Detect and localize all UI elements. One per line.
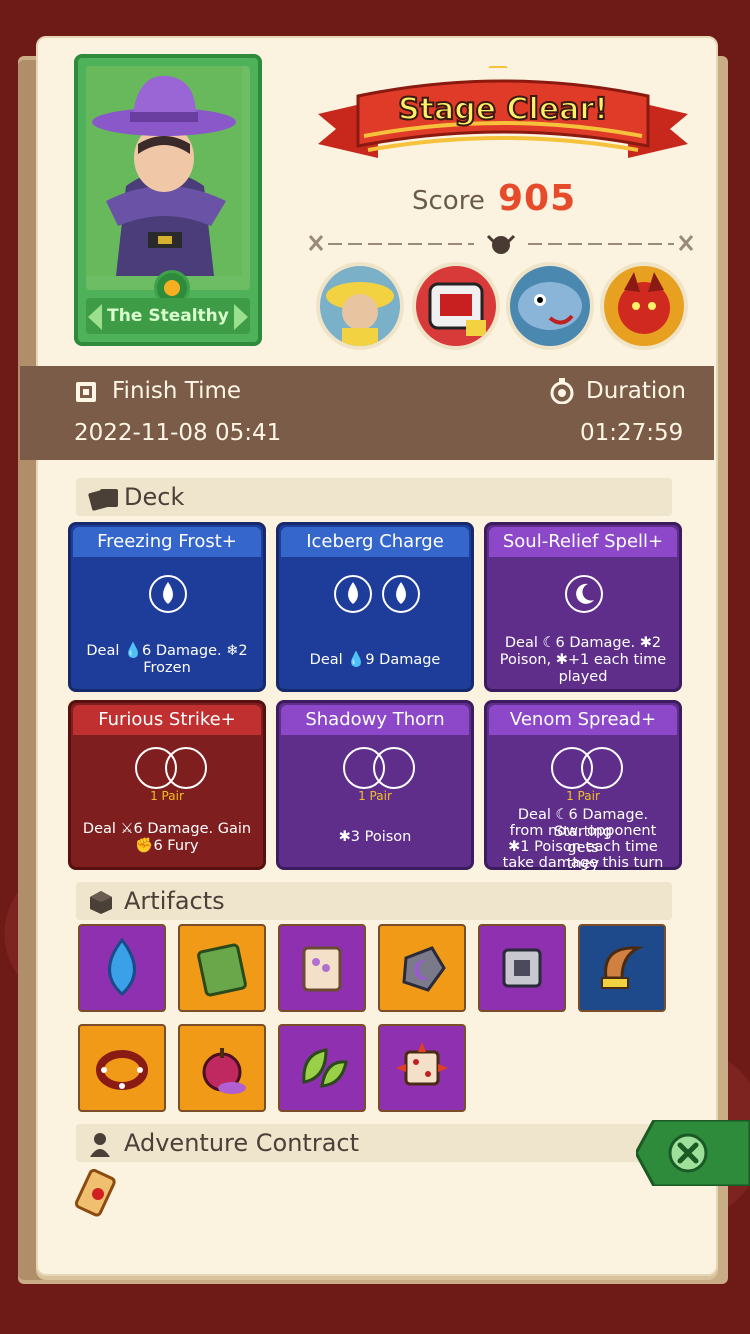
person-icon <box>90 1133 110 1157</box>
green-mossy-tablet-icon[interactable] <box>178 924 266 1012</box>
artifacts-section-header: Artifacts <box>76 882 672 920</box>
card-iceberg-charge[interactable]: Iceberg Charge Deal 💧9 Damage <box>276 522 474 692</box>
water-cost-icon <box>382 575 420 613</box>
card-title: Shadowy Thorn <box>281 705 469 735</box>
moon-cost-icon <box>565 575 603 613</box>
pair-slot-icon <box>165 747 207 789</box>
hero-name: The Stealthy <box>107 306 229 326</box>
pair-slot-icon <box>373 747 415 789</box>
duration-label: Duration <box>586 378 686 404</box>
deck-section-header: Deck <box>76 478 672 516</box>
card-desc-line: ✊6 Fury <box>135 838 199 854</box>
defeated-enemy-2 <box>412 262 500 350</box>
card-desc-line: Deal ☾6 Damage. ✱2 <box>504 635 662 651</box>
card-desc-line: played <box>558 669 608 685</box>
finish-time-value: 2022-11-08 05:41 <box>74 420 282 446</box>
hero-nameplate: The Stealthy <box>86 298 250 334</box>
water-drop-icon[interactable] <box>78 924 166 1012</box>
card-furious-strike[interactable]: Furious Strike+ 1 Pair Deal ⚔6 Damage. G… <box>68 700 266 870</box>
card-pair-label: 1 Pair <box>566 789 600 803</box>
card-desc-line: take damage this turn <box>502 855 664 871</box>
metal-cube-icon[interactable] <box>478 924 566 1012</box>
cube-icon <box>90 891 112 914</box>
card-title: Furious Strike+ <box>73 705 261 735</box>
calendar-icon <box>76 382 96 402</box>
card-pair-label: 1 Pair <box>150 789 184 803</box>
adventure-contract-title: Adventure Contract <box>124 1129 360 1157</box>
ornament-divider <box>304 232 698 256</box>
stopwatch-icon <box>550 378 574 404</box>
defeated-enemy-4 <box>600 262 688 350</box>
card-freezing-frost[interactable]: Freezing Frost+ Deal 💧6 Damage. ❄2 Froze… <box>68 522 266 692</box>
score-value: 905 <box>498 178 577 219</box>
card-title: Iceberg Charge <box>281 527 469 557</box>
card-soul-relief-spell[interactable]: Soul-Relief Spell+ Deal ☾6 Damage. ✱2 Po… <box>484 522 682 692</box>
artifacts-title: Artifacts <box>124 887 225 915</box>
card-desc-line: Deal ⚔6 Damage. Gain <box>82 821 252 837</box>
prev-hero-arrow-icon[interactable] <box>88 304 102 330</box>
card-title: Freezing Frost+ <box>73 527 261 557</box>
pair-slot-icon <box>581 747 623 789</box>
contract-scroll-icon[interactable] <box>74 1166 122 1222</box>
water-cost-icon <box>334 575 372 613</box>
stage-clear-title: Stage Clear! <box>397 91 609 128</box>
card-venom-spread[interactable]: Venom Spread+ 1 Pair Deal ☾6 Damage. Sta… <box>484 700 682 872</box>
rotten-apple-icon[interactable] <box>178 1024 266 1112</box>
card-desc-line: Poison, ✱+1 each time <box>499 652 667 668</box>
finish-time-label: Finish Time <box>112 378 242 404</box>
card-title: Venom Spread+ <box>489 705 677 735</box>
defeated-enemy-3 <box>506 262 594 350</box>
adventure-contract-section-header: Adventure Contract <box>76 1124 672 1162</box>
stage-clear-banner: Stage Clear! <box>318 66 688 166</box>
water-cost-icon <box>149 575 187 613</box>
next-hero-arrow-icon[interactable] <box>234 304 248 330</box>
spiked-die-icon[interactable] <box>378 1024 466 1112</box>
spiked-collar-icon[interactable] <box>78 1024 166 1112</box>
hero-portrait-image <box>86 66 250 290</box>
card-desc-line: Deal 💧9 Damage <box>309 652 441 668</box>
card-shadowy-thorn[interactable]: Shadowy Thorn 1 Pair ✱3 Poison <box>276 700 474 870</box>
horn-icon[interactable] <box>578 924 666 1012</box>
card-desc-line: ✱3 Poison <box>338 829 412 845</box>
score-label: Score <box>412 186 485 216</box>
defeated-enemy-1 <box>316 262 404 350</box>
card-desc-line: Deal 💧6 Damage. ❄2 <box>86 643 248 659</box>
leaf-icon[interactable] <box>278 1024 366 1112</box>
duration-value: 01:27:59 <box>580 420 684 446</box>
moon-stone-icon[interactable] <box>378 924 466 1012</box>
cards-icon <box>88 489 118 511</box>
card-title: Soul-Relief Spell+ <box>489 527 677 557</box>
time-info-band: Finish Time 2022-11-08 05:41 Duration 01… <box>20 366 714 460</box>
deck-title: Deck <box>124 483 185 511</box>
scroll-icon[interactable] <box>278 924 366 1012</box>
card-pair-label: 1 Pair <box>358 789 392 803</box>
card-desc-line: Frozen <box>143 660 191 676</box>
hero-portrait-card: The Stealthy <box>74 54 262 346</box>
close-button[interactable] <box>634 1118 750 1188</box>
